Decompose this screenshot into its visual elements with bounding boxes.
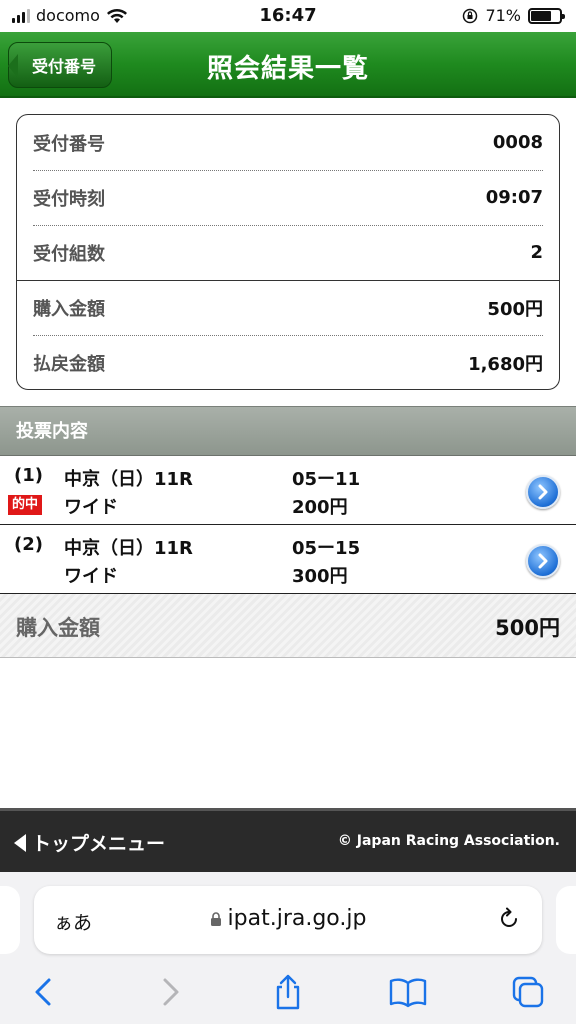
bet-entry[interactable]: (1) 中京（日）11R 05ー11 的中 ワイド 200円 (0, 457, 576, 525)
bet-combination: 05ー15 (292, 538, 361, 559)
summary-label: 受付組数 (33, 243, 105, 265)
address-bar[interactable]: ぁあ ipat.jra.go.jp (34, 886, 542, 954)
summary-row: 受付組数 2 (33, 225, 543, 280)
copyright: © Japan Racing Association. (337, 833, 560, 849)
chevron-left-icon (8, 54, 18, 78)
summary-card: 受付番号 0008 受付時刻 09:07 受付組数 2 購入金額 500円 払戻… (16, 114, 560, 390)
summary-label: 購入金額 (33, 298, 105, 320)
orientation-lock-icon (463, 8, 478, 23)
bet-race: 中京（日）11R (64, 469, 193, 490)
bet-amount: 300円 (292, 566, 348, 587)
total-row: 購入金額 500円 (0, 594, 576, 658)
previous-tab-peek[interactable] (0, 886, 20, 954)
url-text: ipat.jra.go.jp (227, 906, 367, 931)
chevron-right-icon[interactable] (150, 972, 190, 1012)
browser-chrome: ぁあ ipat.jra.go.jp (0, 872, 576, 1024)
bet-number: (2) (14, 534, 43, 555)
browser-toolbar (0, 968, 576, 1018)
tabs-icon[interactable] (508, 972, 548, 1012)
status-right: 71% (462, 6, 565, 25)
battery-icon (528, 7, 565, 24)
next-tab-peek[interactable] (556, 886, 576, 954)
share-icon[interactable] (268, 972, 308, 1012)
summary-label: 払戻金額 (33, 353, 105, 375)
total-value: 500円 (495, 616, 560, 640)
bet-amount: 200円 (292, 497, 348, 518)
summary-value: 500円 (487, 298, 543, 320)
summary-label: 受付時刻 (33, 188, 105, 210)
bet-type: ワイド (64, 497, 118, 518)
summary-value: 0008 (492, 132, 543, 153)
footer: トップメニュー © Japan Racing Association. (0, 808, 576, 872)
summary-label: 受付番号 (33, 133, 105, 155)
summary-value: 2 (530, 242, 543, 263)
page-title: 照会結果一覧 (206, 54, 369, 84)
chevron-left-icon[interactable] (24, 972, 64, 1012)
triangle-left-icon (14, 833, 26, 852)
summary-row: 購入金額 500円 (33, 280, 543, 335)
arrow-circle-icon[interactable] (526, 475, 560, 509)
bet-number: (1) (14, 465, 43, 486)
bet-race: 中京（日）11R (64, 538, 193, 559)
section-header: 投票内容 (0, 406, 576, 456)
arrow-circle-icon[interactable] (526, 544, 560, 578)
summary-row: 受付番号 0008 (33, 115, 543, 170)
summary-value: 09:07 (485, 187, 543, 208)
summary-row: 払戻金額 1,680円 (33, 335, 543, 390)
top-menu-link[interactable]: トップメニュー (14, 829, 165, 856)
app-header: 受付番号 照会結果一覧 (0, 32, 576, 98)
bet-combination: 05ー11 (292, 469, 361, 490)
top-menu-label: トップメニュー (32, 833, 166, 855)
hit-badge: 的中 (8, 495, 43, 515)
reload-icon[interactable] (496, 906, 522, 932)
lock-icon (210, 912, 221, 926)
status-bar: docomo 16:47 71% (0, 0, 576, 32)
battery-percent: 71% (485, 6, 521, 25)
book-icon[interactable] (388, 972, 428, 1012)
summary-value: 1,680円 (468, 353, 543, 375)
url-display: ipat.jra.go.jp (34, 906, 542, 931)
bet-entry[interactable]: (2) 中京（日）11R 05ー15 ワイド 300円 (0, 526, 576, 594)
back-button-label: 受付番号 (31, 57, 96, 76)
summary-row: 受付時刻 09:07 (33, 170, 543, 225)
total-label: 購入金額 (16, 616, 100, 640)
back-button[interactable]: 受付番号 (8, 42, 112, 88)
bet-type: ワイド (64, 566, 118, 587)
